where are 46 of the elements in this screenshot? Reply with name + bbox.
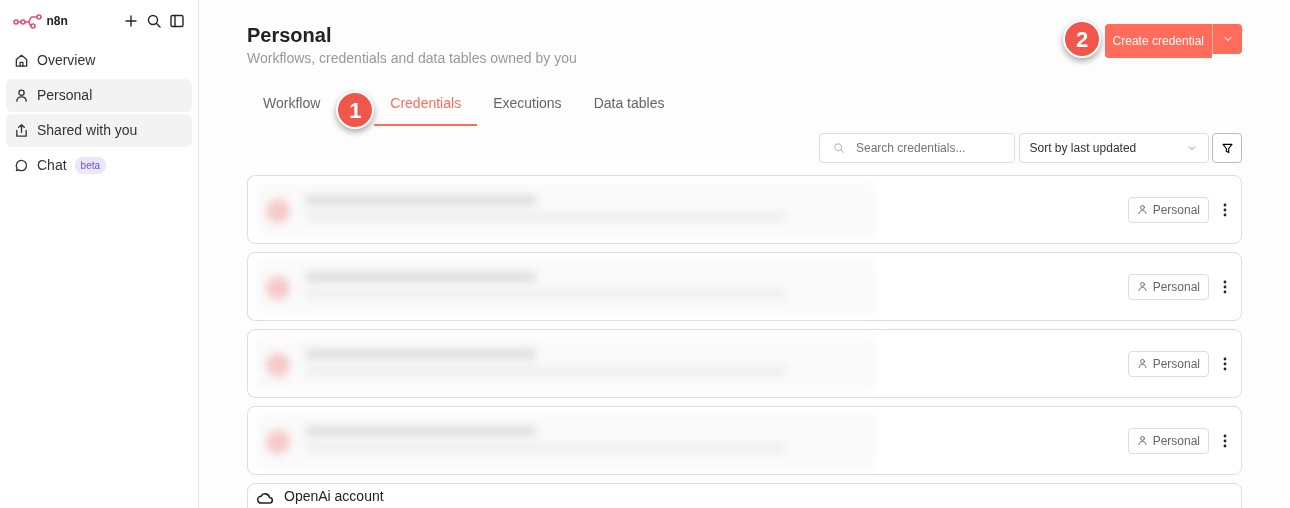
credential-name: OpenAi account <box>284 489 384 503</box>
credential-card[interactable]: Personal <box>247 175 1242 244</box>
sidebar-toggle-icon <box>169 13 185 29</box>
person-icon <box>1136 435 1148 446</box>
credential-card[interactable]: OpenAi account <box>247 483 1242 508</box>
upload-icon <box>14 123 29 138</box>
more-icon <box>1223 202 1227 217</box>
sidebar-item[interactable]: Chat beta <box>6 149 192 182</box>
person-icon <box>14 88 29 103</box>
logo-icon <box>13 13 43 29</box>
more-icon <box>1223 433 1227 448</box>
step-marker: 1 <box>336 91 375 129</box>
filter-button[interactable] <box>1212 133 1242 163</box>
add-button[interactable] <box>123 13 139 29</box>
person-icon <box>1136 204 1148 215</box>
search-button[interactable] <box>146 13 162 29</box>
page-title: Personal <box>247 23 333 48</box>
sort-dropdown[interactable]: Sort by last updated <box>1018 133 1209 163</box>
tab[interactable]: Data tables <box>577 87 681 126</box>
add-icon <box>123 13 139 29</box>
owner-badge: Personal <box>1127 273 1209 300</box>
more-icon <box>1223 356 1227 371</box>
search-icon <box>146 13 162 29</box>
home-icon <box>14 53 29 68</box>
sidebar-item[interactable]: Overview <box>6 44 192 77</box>
search-field[interactable]: Search credentials... <box>819 133 1015 163</box>
page-subtitle: Workflows, credentials and data tables owned by you <box>247 49 577 68</box>
credential-card[interactable]: Personal <box>247 252 1242 321</box>
owner-badge: Personal <box>1127 427 1209 454</box>
sidebar-item[interactable]: Shared with you <box>6 114 192 147</box>
person-icon <box>1136 358 1148 369</box>
owner-badge: Personal <box>1127 350 1209 377</box>
beta-badge: beta <box>74 157 107 174</box>
logo-text: n8n <box>46 13 68 30</box>
filter-icon <box>1220 141 1234 155</box>
owner-badge: Personal <box>1127 196 1209 223</box>
step-marker: 2 <box>1063 20 1102 58</box>
chat-icon <box>14 158 29 173</box>
tab[interactable]: Workflow <box>247 87 337 126</box>
sidebar-toggle-button[interactable] <box>169 13 185 29</box>
credential-card[interactable]: Personal <box>247 329 1242 398</box>
person-icon <box>1136 281 1148 292</box>
tab[interactable]: Executions <box>477 87 578 126</box>
more-icon <box>1223 279 1227 294</box>
sidebar-item[interactable]: Personal <box>6 79 192 112</box>
credential-card[interactable]: Personal <box>247 406 1242 475</box>
